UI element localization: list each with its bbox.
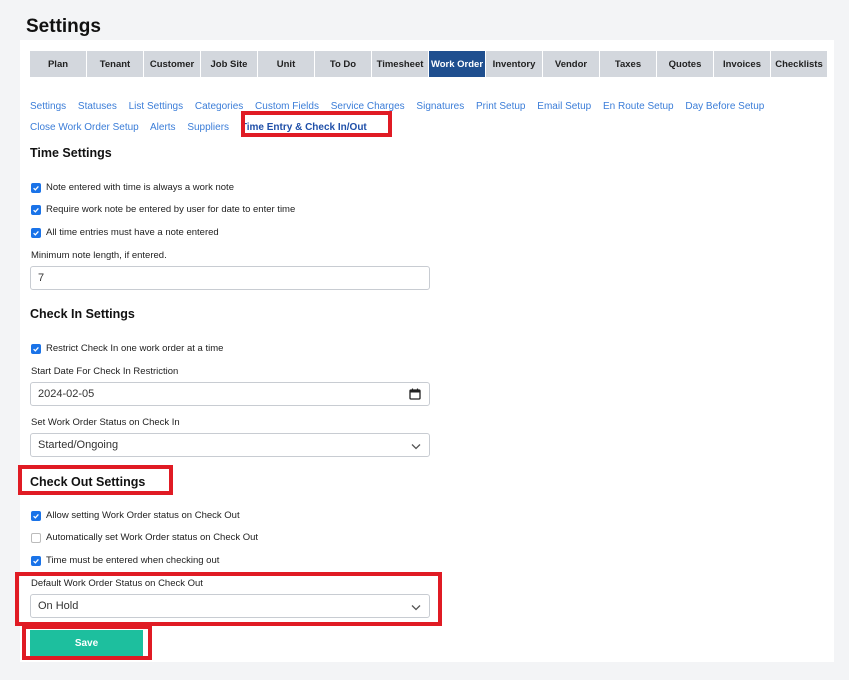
start-date-input[interactable]: 2024-02-05 [30, 382, 430, 406]
check-in-status-label: Set Work Order Status on Check In [31, 417, 180, 428]
checkbox-checked-icon[interactable] [31, 343, 41, 354]
checkbox-checked-icon[interactable] [31, 204, 41, 215]
tab-checklists[interactable]: Checklists [771, 51, 827, 77]
tab-inventory[interactable]: Inventory [486, 51, 542, 77]
check-in-status-value: Started/Ongoing [38, 439, 119, 451]
default-status-label: Default Work Order Status on Check Out [31, 578, 203, 589]
min-note-length-input[interactable]: 7 [30, 266, 430, 290]
calendar-icon[interactable] [409, 388, 421, 403]
tab-job-site[interactable]: Job Site [201, 51, 257, 77]
check-time-required-check-out[interactable]: Time must be entered when checking out [31, 555, 219, 566]
tab-plan[interactable]: Plan [30, 51, 86, 77]
tab-tenant[interactable]: Tenant [87, 51, 143, 77]
time-settings-heading: Time Settings [30, 146, 112, 160]
check-all-entries-note[interactable]: All time entries must have a note entere… [31, 227, 219, 238]
check-require-work-note[interactable]: Require work note be entered by user for… [31, 204, 295, 215]
check-in-status-select[interactable]: Started/Ongoing [30, 433, 430, 457]
tab-work-order[interactable]: Work Order [429, 51, 485, 77]
check-label: Restrict Check In one work order at a ti… [46, 343, 224, 354]
subnav-time-entry-check-in-out[interactable]: Time Entry & Check In/Out [241, 122, 367, 133]
subnav-service-charges[interactable]: Service Charges [331, 101, 405, 112]
start-date-value: 2024-02-05 [38, 388, 95, 400]
check-auto-set-status[interactable]: Automatically set Work Order status on C… [31, 532, 258, 543]
subnav-email-setup[interactable]: Email Setup [537, 101, 591, 112]
default-status-select[interactable]: On Hold [30, 594, 430, 618]
subnav-statuses[interactable]: Statuses [78, 101, 117, 112]
tab-taxes[interactable]: Taxes [600, 51, 656, 77]
subnav-signatures[interactable]: Signatures [416, 101, 464, 112]
check-label: Note entered with time is always a work … [46, 182, 234, 193]
subnav-day-before-setup[interactable]: Day Before Setup [685, 101, 764, 112]
subnav-categories[interactable]: Categories [195, 101, 243, 112]
check-label: Automatically set Work Order status on C… [46, 532, 259, 543]
check-allow-status-on-check-out[interactable]: Allow setting Work Order status on Check… [31, 510, 240, 521]
checkbox-checked-icon[interactable] [31, 555, 41, 566]
chevron-down-icon [411, 602, 421, 614]
chevron-down-icon [411, 441, 421, 453]
checkbox-checked-icon[interactable] [31, 510, 41, 521]
check-label: All time entries must have a note entere… [46, 227, 219, 238]
min-note-length-value: 7 [38, 272, 45, 284]
tab-to-do[interactable]: To Do [315, 51, 371, 77]
tab-invoices[interactable]: Invoices [714, 51, 770, 77]
check-label: Require work note be entered by user for… [46, 204, 296, 215]
subnav-settings[interactable]: Settings [30, 101, 66, 112]
subnav-suppliers[interactable]: Suppliers [187, 122, 229, 133]
sub-navigation: Settings Statuses List Settings Categori… [30, 96, 820, 138]
subnav-print-setup[interactable]: Print Setup [476, 101, 525, 112]
tab-unit[interactable]: Unit [258, 51, 314, 77]
default-status-value: On Hold [38, 600, 79, 612]
checkbox-checked-icon[interactable] [31, 182, 41, 193]
check-in-settings-heading: Check In Settings [30, 307, 135, 321]
min-note-length-label: Minimum note length, if entered. [31, 250, 167, 261]
check-label: Time must be entered when checking out [46, 555, 220, 566]
subnav-close-work-order-setup[interactable]: Close Work Order Setup [30, 122, 139, 133]
start-date-label: Start Date For Check In Restriction [31, 366, 179, 377]
subnav-en-route-setup[interactable]: En Route Setup [603, 101, 674, 112]
check-out-settings-heading: Check Out Settings [30, 475, 146, 489]
checkbox-unchecked-icon[interactable] [31, 532, 41, 543]
tab-vendor[interactable]: Vendor [543, 51, 599, 77]
check-restrict-check-in[interactable]: Restrict Check In one work order at a ti… [31, 343, 223, 354]
page-title: Settings [26, 16, 101, 37]
checkbox-checked-icon[interactable] [31, 227, 41, 238]
check-label: Allow setting Work Order status on Check… [46, 510, 240, 521]
subnav-list-settings[interactable]: List Settings [129, 101, 183, 112]
subnav-alerts[interactable]: Alerts [150, 122, 176, 133]
tab-customer[interactable]: Customer [144, 51, 200, 77]
main-tabs: Plan Tenant Customer Job Site Unit To Do… [30, 51, 827, 77]
subnav-custom-fields[interactable]: Custom Fields [255, 101, 319, 112]
save-button[interactable]: Save [30, 630, 143, 656]
tab-timesheet[interactable]: Timesheet [372, 51, 428, 77]
check-note-is-work-note[interactable]: Note entered with time is always a work … [31, 182, 234, 193]
tab-quotes[interactable]: Quotes [657, 51, 713, 77]
